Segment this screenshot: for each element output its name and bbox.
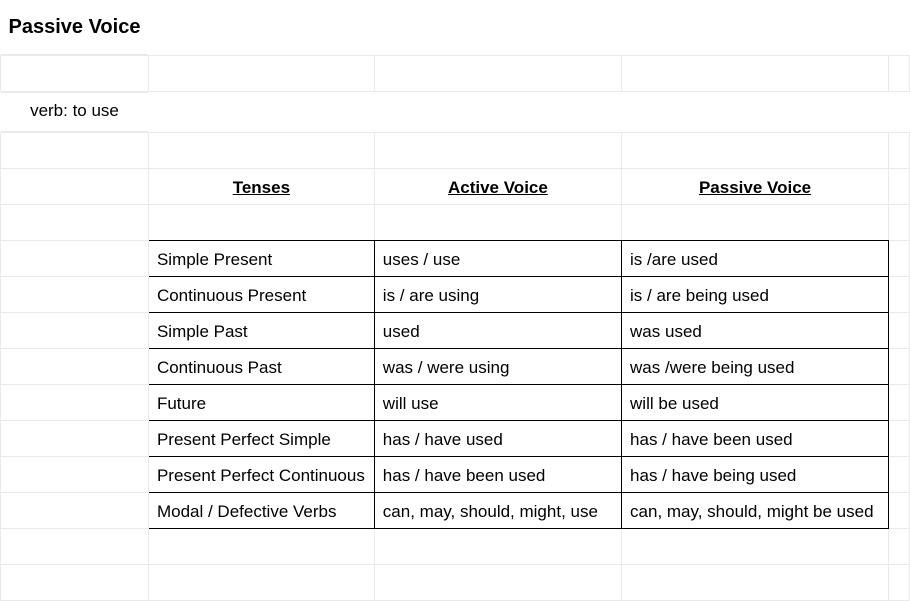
empty-cell	[1, 133, 149, 169]
empty-cell	[1, 385, 149, 421]
passive-cell: was used	[622, 313, 889, 349]
active-cell: has / have been used	[374, 457, 621, 493]
tense-cell: Simple Past	[148, 313, 374, 349]
empty-cell	[374, 133, 621, 169]
empty-cell	[889, 349, 910, 385]
verb-subtitle: verb: to use	[1, 101, 149, 121]
empty-cell	[1, 241, 149, 277]
empty-cell	[889, 205, 910, 241]
empty-cell	[889, 565, 910, 601]
active-cell: uses / use	[374, 241, 621, 277]
empty-cell	[889, 56, 910, 92]
empty-cell	[374, 529, 621, 565]
empty-cell	[148, 133, 374, 169]
empty-cell	[889, 133, 910, 169]
empty-cell	[1, 421, 149, 457]
empty-cell	[148, 56, 374, 92]
empty-cell	[889, 313, 910, 349]
page-title: Passive Voice	[1, 8, 149, 44]
spreadsheet-grid: Passive Voice verb: to use Tenses Active…	[0, 0, 910, 601]
column-header-tenses: Tenses	[148, 169, 374, 205]
passive-cell: can, may, should, might be used	[622, 493, 889, 529]
tense-cell: Simple Present	[148, 241, 374, 277]
empty-cell	[622, 56, 889, 92]
empty-cell	[889, 457, 910, 493]
passive-cell: has / have been used	[622, 421, 889, 457]
empty-cell	[1, 349, 149, 385]
empty-cell	[889, 241, 910, 277]
empty-cell	[148, 529, 374, 565]
empty-cell	[1, 169, 149, 205]
active-cell: will use	[374, 385, 621, 421]
active-cell: is / are using	[374, 277, 621, 313]
passive-cell: will be used	[622, 385, 889, 421]
empty-cell	[889, 421, 910, 457]
tense-cell: Future	[148, 385, 374, 421]
empty-cell	[1, 565, 149, 601]
empty-cell	[374, 565, 621, 601]
empty-cell	[148, 205, 374, 241]
empty-cell	[889, 385, 910, 421]
empty-cell	[889, 277, 910, 313]
empty-cell	[148, 565, 374, 601]
empty-cell	[1, 313, 149, 349]
tense-cell: Continuous Present	[148, 277, 374, 313]
empty-cell	[889, 169, 910, 205]
active-cell: has / have used	[374, 421, 621, 457]
empty-cell	[1, 205, 149, 241]
passive-cell: is /are used	[622, 241, 889, 277]
column-header-passive: Passive Voice	[622, 169, 889, 205]
tense-cell: Present Perfect Continuous	[148, 457, 374, 493]
empty-cell	[1, 493, 149, 529]
empty-cell	[1, 277, 149, 313]
column-header-active: Active Voice	[374, 169, 621, 205]
passive-cell: has / have being used	[622, 457, 889, 493]
tense-cell: Modal / Defective Verbs	[148, 493, 374, 529]
empty-cell	[374, 56, 621, 92]
empty-cell	[622, 529, 889, 565]
empty-cell	[889, 529, 910, 565]
active-cell: used	[374, 313, 621, 349]
empty-cell	[374, 205, 621, 241]
tense-cell: Continuous Past	[148, 349, 374, 385]
tense-cell: Present Perfect Simple	[148, 421, 374, 457]
empty-cell	[889, 493, 910, 529]
empty-cell	[622, 205, 889, 241]
passive-cell: is / are being used	[622, 277, 889, 313]
empty-cell	[1, 56, 149, 92]
passive-cell: was /were being used	[622, 349, 889, 385]
active-cell: was / were using	[374, 349, 621, 385]
empty-cell	[622, 565, 889, 601]
empty-cell	[1, 457, 149, 493]
active-cell: can, may, should, might, use	[374, 493, 621, 529]
empty-cell	[1, 529, 149, 565]
empty-cell	[622, 133, 889, 169]
